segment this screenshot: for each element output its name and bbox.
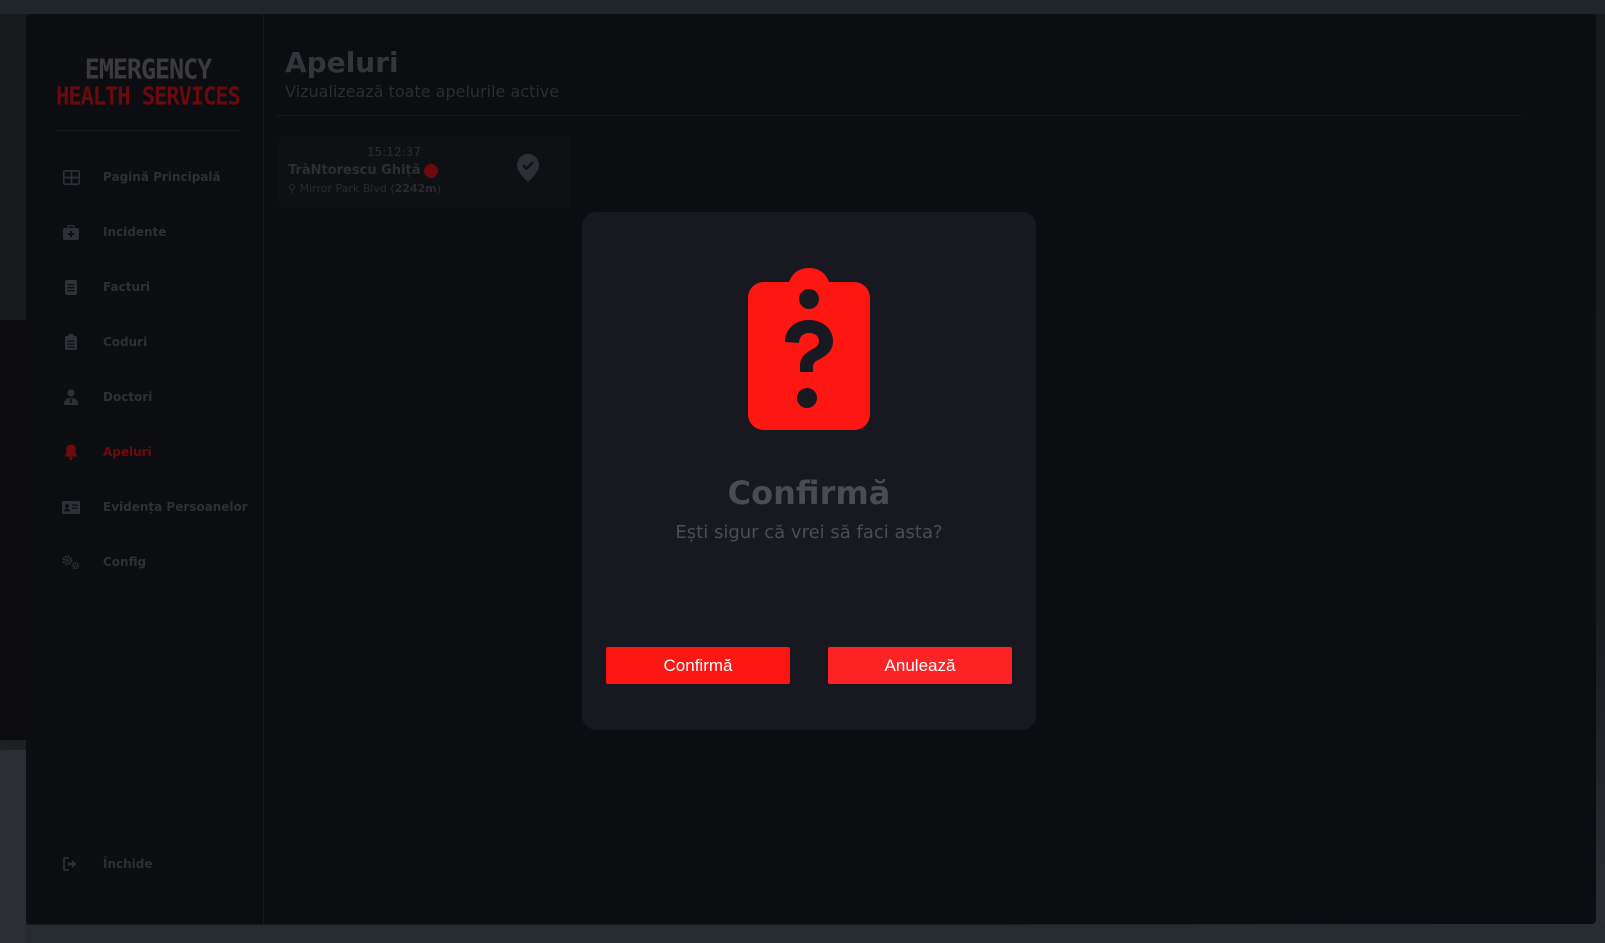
dialog-message: Ești sigur că vrei să faci asta? <box>675 522 943 543</box>
call-distance: 2242m <box>394 182 437 195</box>
sidebar-item-label: Doctori <box>103 390 153 404</box>
call-caller: TràNtorescu Ghiță <box>288 163 439 178</box>
ems-logo: EMERGENCY HEALTH SERVICES <box>56 52 241 111</box>
header-divider <box>276 115 1521 116</box>
dialog-title: Confirmă <box>727 474 891 512</box>
cancel-button[interactable]: Anulează <box>828 647 1012 684</box>
doctor-icon <box>62 388 80 406</box>
sidebar-item-label: Pagină Principală <box>103 170 221 184</box>
sidebar-item-label: Coduri <box>103 335 148 349</box>
call-street: Mirror Park Blvd <box>299 182 387 195</box>
sidebar-item-records[interactable]: Evidența Persoanelor <box>62 495 248 519</box>
logo-line-1: EMERGENCY <box>84 52 212 86</box>
logo-divider <box>56 130 240 131</box>
bell-icon <box>62 443 80 461</box>
clipboard-icon <box>62 333 80 351</box>
sidebar-item-home[interactable]: Pagină Principală <box>62 165 221 189</box>
caller-name: TràNtorescu Ghiță <box>288 163 421 178</box>
call-card[interactable]: 15:12:37 TràNtorescu Ghiță ⚲ Mirror Park… <box>279 136 571 208</box>
gears-icon <box>62 553 80 571</box>
sign-out-icon <box>62 855 80 873</box>
phone-badge-icon <box>424 163 439 178</box>
sidebar-item-incidents[interactable]: Incidente <box>62 220 166 244</box>
medkit-icon <box>62 223 80 241</box>
sidebar-item-close[interactable]: Închide <box>62 852 153 876</box>
sidebar-item-label: Incidente <box>103 225 167 239</box>
dashboard-icon <box>62 168 80 186</box>
sidebar-item-label: Închide <box>103 857 153 871</box>
confirm-button[interactable]: Confirmă <box>606 647 790 684</box>
receipt-icon <box>62 278 80 296</box>
page-subtitle: Vizualizează toate apelurile active <box>285 82 560 101</box>
background-figure <box>0 320 26 740</box>
sidebar: EMERGENCY HEALTH SERVICES Pagină Princip… <box>26 14 264 924</box>
page-title: Apeluri <box>285 46 399 79</box>
logo-line-2: HEALTH SERVICES <box>56 83 241 111</box>
sidebar-item-label: Evidența Persoanelor <box>103 500 248 514</box>
sidebar-item-config[interactable]: Config <box>62 550 146 574</box>
background-strip-top <box>0 0 1605 14</box>
id-card-icon <box>62 498 80 516</box>
sidebar-item-codes[interactable]: Coduri <box>62 330 147 354</box>
background-scenery <box>0 750 26 943</box>
confirm-dialog: Confirmă Ești sigur că vrei să faci asta… <box>582 212 1036 730</box>
sidebar-item-calls[interactable]: Apeluri <box>62 440 152 464</box>
call-time: 15:12:37 <box>367 145 421 159</box>
background-strip-bottom <box>0 925 1605 943</box>
clipboard-question-icon <box>748 268 870 434</box>
map-marker-icon: ⚲ <box>288 182 297 195</box>
sidebar-item-label: Config <box>103 555 147 569</box>
sidebar-item-doctors[interactable]: Doctori <box>62 385 152 409</box>
sidebar-item-label: Facturi <box>103 280 151 294</box>
accept-call-icon[interactable] <box>517 154 539 186</box>
call-location: ⚲ Mirror Park Blvd (2242m) <box>288 182 442 195</box>
sidebar-item-invoices[interactable]: Facturi <box>62 275 150 299</box>
sidebar-item-label: Apeluri <box>103 445 152 459</box>
